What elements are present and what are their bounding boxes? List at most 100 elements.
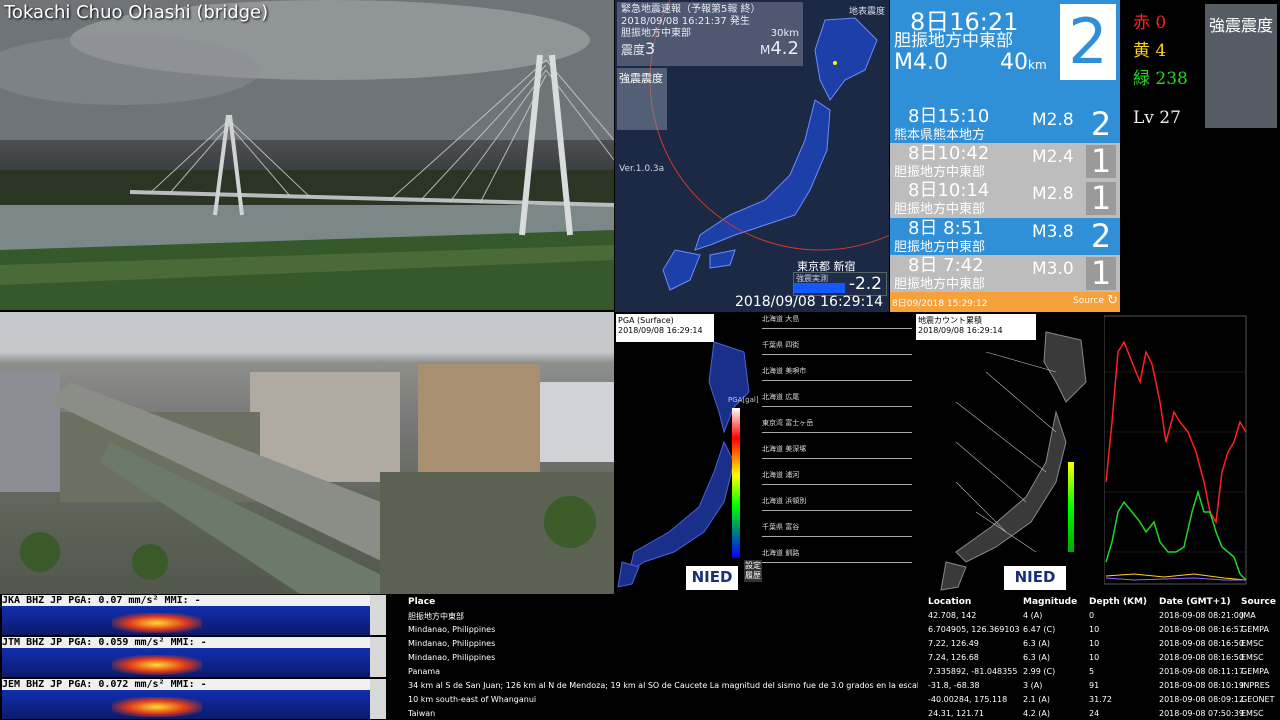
station-status-panel: 赤 0 黄 4 緑 238 Lv 27 強震震度 bbox=[1121, 0, 1280, 312]
table-cell-depth: 5 bbox=[1089, 667, 1095, 676]
table-cell-magnitude: 6.3 (A) bbox=[1023, 639, 1050, 648]
quake-row[interactable]: 8日 7:42 胆振地方中東部 M3.0 1 bbox=[890, 254, 1120, 292]
table-cell-source: JMA bbox=[1241, 611, 1256, 620]
footer-time: 8日09/2018 15:29:12 bbox=[892, 299, 988, 309]
eew-header: 緊急地震速報（予報第5報 終） bbox=[621, 4, 761, 15]
col-header-place: Place bbox=[408, 597, 436, 607]
table-cell-date: 2018-09-08 08:16:50 bbox=[1159, 653, 1244, 662]
table-cell-place: Taiwan bbox=[408, 709, 436, 718]
spectrogram-energy bbox=[112, 613, 202, 633]
table-cell-place: 10 km south-east of Whanganui bbox=[408, 695, 537, 704]
spectrogram: JEM BHZ JP PGA: 0.072 mm/s² MMI: - bbox=[2, 679, 370, 719]
table-cell-location: 42.708, 142 bbox=[928, 611, 977, 620]
col-header-magnitude: Magnitude bbox=[1023, 597, 1078, 607]
footer-source[interactable]: Source bbox=[1073, 296, 1104, 306]
col-header-location: Location bbox=[928, 597, 972, 607]
quake-magnitude: M3.0 bbox=[1032, 258, 1074, 279]
eew-mag-label: M bbox=[760, 43, 771, 57]
city-scene bbox=[0, 312, 614, 594]
table-cell-source: EMSC bbox=[1241, 653, 1264, 662]
station-label: 北海道 釧路 bbox=[762, 549, 800, 557]
table-cell-magnitude: 3 (A) bbox=[1023, 681, 1043, 690]
quake-magnitude: M2.8 bbox=[1032, 110, 1074, 130]
table-cell-location: -31.8, -68.38 bbox=[928, 681, 980, 690]
waveform-trace bbox=[762, 562, 912, 563]
quake-row[interactable]: 8日10:14 胆振地方中東部 M2.8 1 bbox=[890, 180, 1120, 218]
table-cell-place: Mindanao, Philippines bbox=[408, 639, 496, 648]
version-label: Ver.1.0.3a bbox=[619, 164, 665, 174]
col-header-date: Date (GMT+1) bbox=[1159, 597, 1231, 607]
table-cell-date: 2018-09-08 07:50:39 bbox=[1159, 709, 1244, 718]
meter-bar bbox=[794, 283, 845, 293]
spectrogram-label: JKA BHZ JP PGA: 0.07 mm/s² MMI: - bbox=[2, 595, 370, 606]
table-cell-date: 2018-09-08 08:16:50 bbox=[1159, 639, 1244, 648]
table-cell-source: GEONET bbox=[1241, 695, 1275, 704]
spectrogram: JKA BHZ JP PGA: 0.07 mm/s² MMI: - bbox=[2, 595, 370, 635]
table-cell-date: 2018-09-08 08:16:57 bbox=[1159, 625, 1244, 634]
eew-magnitude: 4.2 bbox=[770, 38, 799, 59]
spectrogram-energy bbox=[112, 697, 202, 717]
quake-row[interactable]: 8日 8:51 胆振地方中東部 M3.8 2 bbox=[890, 217, 1120, 255]
count-nied-logo: NIED bbox=[1004, 566, 1066, 590]
table-cell-date: 2018-09-08 08:11:17 bbox=[1159, 667, 1244, 676]
settings-button[interactable]: 設定 bbox=[745, 561, 761, 571]
quake-row[interactable]: 8日10:42 胆振地方中東部 M2.4 1 bbox=[890, 143, 1120, 181]
table-cell-depth: 31.72 bbox=[1089, 695, 1112, 704]
table-cell-location: 7.24, 126.68 bbox=[928, 653, 979, 662]
bridge-scene bbox=[0, 0, 614, 310]
eew-intensity-label: 震度 bbox=[621, 43, 646, 57]
trend-chart-panel bbox=[1103, 312, 1280, 594]
table-cell-depth: 0 bbox=[1089, 611, 1095, 620]
camera-title: Tokachi Chuo Ohashi (bridge) bbox=[4, 2, 269, 23]
quake-place: 胆振地方中東部 bbox=[894, 239, 986, 255]
waveform-trace bbox=[762, 380, 912, 381]
eew-clock: 2018/09/08 16:29:14 bbox=[735, 294, 884, 310]
pga-map-panel: PGA (Surface) 2018/09/08 16:29:14 PGA[ga… bbox=[614, 312, 916, 594]
station-label: 北海道 広尾 bbox=[762, 393, 800, 401]
refresh-icon[interactable]: ↻ bbox=[1107, 293, 1118, 308]
spectrogram-label: JEM BHZ JP PGA: 0.072 mm/s² MMI: - bbox=[2, 679, 370, 690]
seismogram-panel: JKA BHZ JP PGA: 0.07 mm/s² MMI: - JTM BHZ… bbox=[0, 595, 405, 720]
map-type-label: 地表震度 bbox=[848, 7, 885, 17]
pga-buttons: 設定 履歴 bbox=[744, 560, 762, 582]
intensity-meter: 強震実測 -2.2 bbox=[793, 272, 887, 296]
table-cell-source: GEMPA bbox=[1241, 667, 1269, 676]
quake-magnitude: M2.8 bbox=[1032, 184, 1074, 205]
table-cell-date: 2018-09-08 08:09:12 bbox=[1159, 695, 1244, 704]
table-cell-date: 2018-09-08 08:21:00 bbox=[1159, 611, 1244, 620]
table-cell-location: 7.22, 126.49 bbox=[928, 639, 979, 648]
quake-row[interactable]: 8日15:10 熊本県熊本地方 M2.8 2 bbox=[890, 106, 1120, 143]
eew-intensity: 3 bbox=[645, 39, 656, 58]
strong-intensity-box: 強震震度 bbox=[617, 68, 667, 130]
spectrogram-scale bbox=[370, 595, 386, 635]
quake-place: 胆振地方中東部 bbox=[894, 165, 986, 181]
table-cell-location: 7.335892, -81.048355 bbox=[928, 667, 1018, 676]
red-count: 赤 0 bbox=[1133, 13, 1167, 33]
strong-intensity-button[interactable]: 強震震度 bbox=[1205, 4, 1277, 128]
events-table: Place Location Magnitude Depth (KM) Date… bbox=[405, 595, 1280, 720]
table-cell-depth: 10 bbox=[1089, 653, 1100, 662]
table-cell-magnitude: 2.1 (A) bbox=[1023, 695, 1050, 704]
quake-place: 胆振地方中東部 bbox=[894, 276, 986, 292]
quake-intensity: 1 bbox=[1086, 182, 1116, 216]
quake-intensity: 1 bbox=[1086, 145, 1116, 179]
station-label: 北海道 浦河 bbox=[762, 471, 800, 479]
trend-chart bbox=[1103, 315, 1247, 585]
level-indicator: Lv 27 bbox=[1133, 108, 1181, 128]
spectrogram-energy bbox=[112, 655, 202, 675]
station-label: 東京湾 富士ヶ岳 bbox=[762, 419, 814, 427]
table-cell-place: 胆振地方中東部 bbox=[408, 612, 464, 621]
city-camera-feed bbox=[0, 312, 614, 594]
waveform-trace bbox=[762, 406, 912, 407]
quake-intensity: 1 bbox=[1086, 256, 1116, 290]
table-cell-source: EMSC bbox=[1241, 639, 1264, 648]
waveform-trace bbox=[762, 536, 912, 537]
green-count: 緑 238 bbox=[1133, 69, 1188, 89]
quake-magnitude: M3.8 bbox=[1032, 221, 1074, 242]
latest-quake-card[interactable]: 8日16:21 胆振地方中東部 M4.0 40km 2 bbox=[890, 0, 1120, 106]
table-cell-magnitude: 6.47 (C) bbox=[1023, 625, 1056, 634]
table-cell-magnitude: 4 (A) bbox=[1023, 611, 1043, 620]
table-cell-source: EMSC bbox=[1241, 709, 1264, 718]
history-button[interactable]: 履歴 bbox=[745, 571, 761, 581]
table-cell-magnitude: 6.3 (A) bbox=[1023, 653, 1050, 662]
